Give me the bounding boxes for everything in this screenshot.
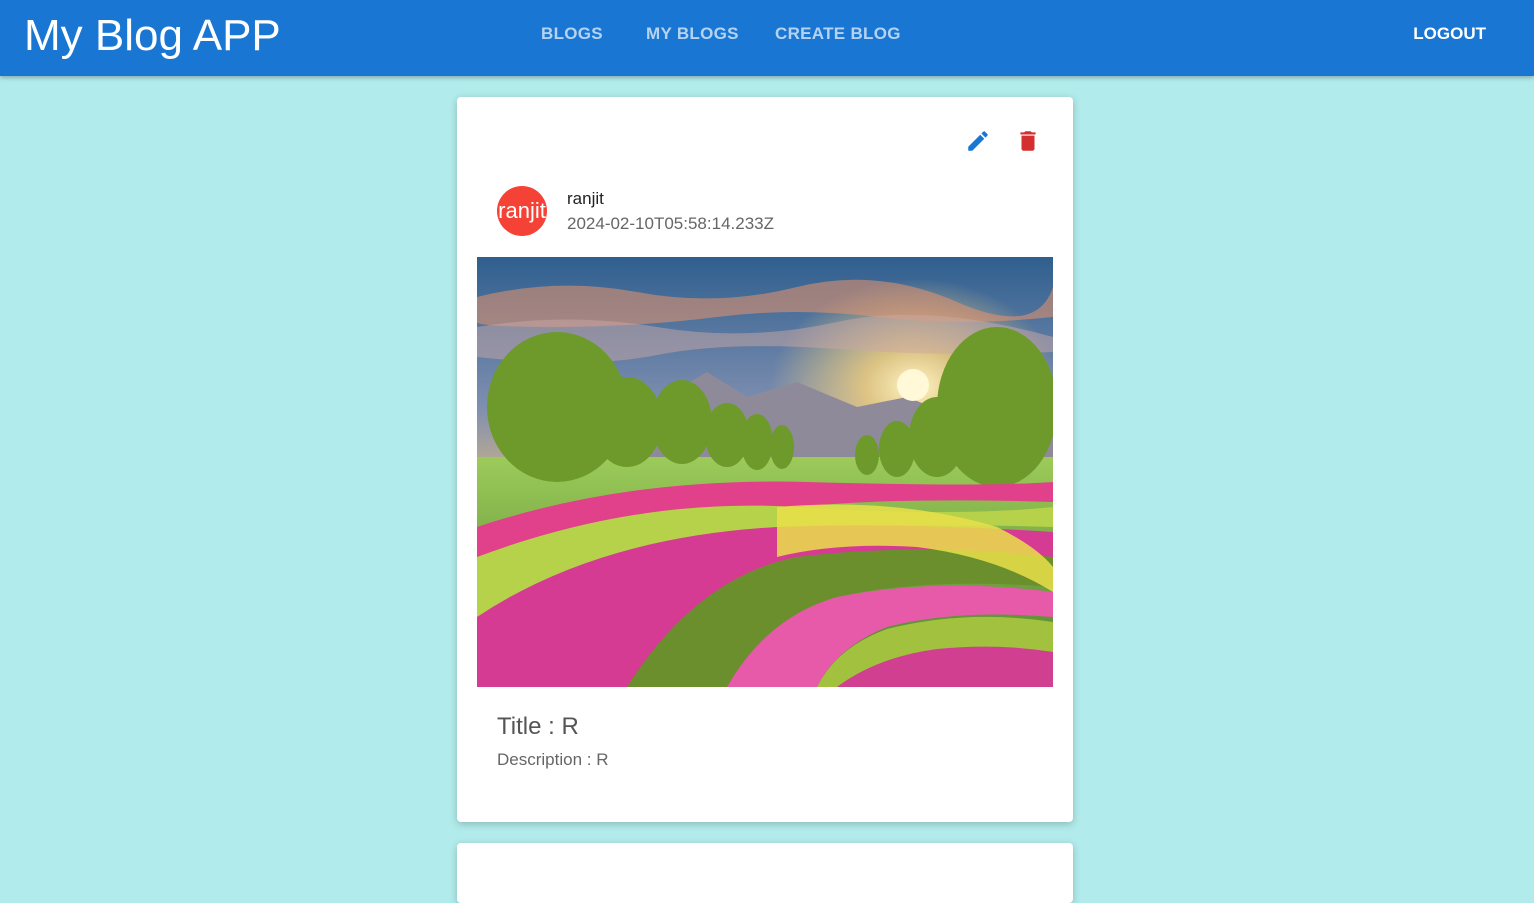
tab-blogs[interactable]: BLOGS: [541, 24, 603, 48]
author-name: ranjit: [567, 189, 604, 208]
trash-icon: [1020, 131, 1036, 151]
app-title: My Blog APP: [24, 11, 281, 60]
post-date: 2024-02-10T05:58:14.233Z: [567, 214, 774, 233]
app-bar: My Blog APP BLOGS MY BLOGS CREATE BLOG L…: [0, 0, 1534, 76]
avatar: ranjit: [497, 186, 547, 236]
edit-button[interactable]: [958, 121, 998, 161]
logout-button[interactable]: LOGOUT: [1413, 24, 1486, 44]
post-description: Description : R: [497, 750, 609, 769]
blog-card-next: [457, 843, 1073, 903]
landscape-image: [477, 257, 1053, 687]
delete-button[interactable]: [1008, 121, 1048, 161]
tab-create-blog[interactable]: CREATE BLOG: [775, 24, 901, 48]
pencil-icon: [968, 131, 988, 151]
post-title: Title : R: [497, 713, 579, 740]
post-image: [477, 257, 1053, 687]
blog-card: ranjit ranjit 2024-02-10T05:58:14.233Z T…: [457, 97, 1073, 822]
tab-my-blogs[interactable]: MY BLOGS: [646, 24, 739, 48]
